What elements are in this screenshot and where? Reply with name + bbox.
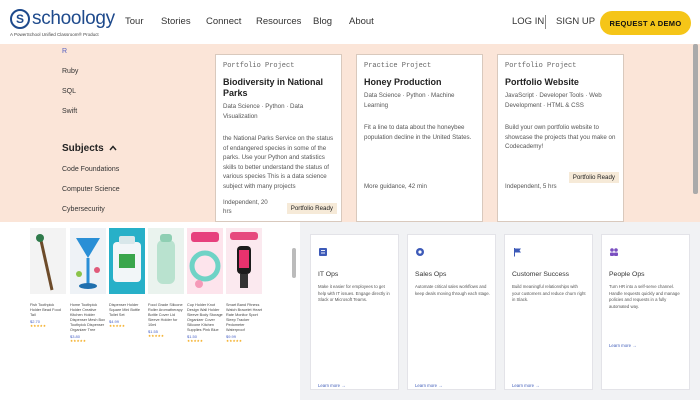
project-description: Build your own portfolio website to show…	[505, 124, 616, 150]
product-rating: ★★★★★	[187, 339, 204, 343]
logo-mark-icon: S	[10, 9, 30, 29]
product-title: Smart Band Fitness Watch Bracelet Heart …	[226, 303, 262, 332]
product-title: Food Grade Silicone Roller Aromatherapy …	[148, 303, 183, 327]
product-tile[interactable]: Fish Toothpick Holder Bead Food Tail $2.…	[30, 228, 66, 328]
filter-subject-cybersecurity[interactable]: Cybersecurity	[62, 206, 105, 213]
product-image	[187, 228, 223, 294]
product-tile[interactable]: Home Toothpick Holder Creative Kitchen H…	[70, 228, 106, 343]
subjects-heading: Subjects	[62, 143, 104, 154]
learn-more-link[interactable]: Learn more →	[318, 383, 345, 388]
signup-link[interactable]: SIGN UP	[556, 16, 595, 27]
nav-connect[interactable]: Connect	[206, 16, 241, 27]
schoology-logo[interactable]: S schoology	[10, 8, 115, 30]
nav-about[interactable]: About	[349, 16, 374, 27]
product-image	[148, 228, 184, 294]
product-image	[109, 228, 145, 294]
product-image	[70, 228, 106, 294]
project-card[interactable]: Practice Project Honey Production Data S…	[356, 54, 483, 222]
project-duration: Independent, 20 hrs	[223, 199, 268, 215]
product-image	[226, 228, 262, 294]
solution-card-sales-ops[interactable]: Sales Ops Automate critical sales workfl…	[407, 234, 496, 390]
product-tile[interactable]: Food Grade Silicone Roller Aromatherapy …	[148, 228, 184, 338]
filter-language-swift[interactable]: Swift	[62, 108, 77, 115]
project-card[interactable]: Portfolio Project Portfolio Website Java…	[497, 54, 624, 222]
solution-description: Turn HR into a self-serve channel. Handl…	[609, 284, 680, 309]
flag-icon	[514, 248, 521, 257]
learn-more-link[interactable]: Learn more →	[415, 383, 442, 388]
project-kind: Portfolio Project	[505, 62, 577, 70]
portfolio-ready-badge: Portfolio Ready	[568, 172, 619, 183]
project-title: Portfolio Website	[505, 77, 579, 87]
login-link[interactable]: LOG IN	[512, 16, 544, 27]
solution-card-it-ops[interactable]: IT Ops Make it easier for employees to g…	[310, 234, 399, 390]
page-scrollbar-thumb[interactable]	[693, 44, 698, 194]
product-gallery: Fish Toothpick Holder Bead Food Tail $2.…	[0, 222, 300, 400]
product-rating: ★★★★★	[148, 334, 165, 338]
list-icon	[319, 248, 327, 256]
product-rating: ★★★★★	[109, 324, 126, 328]
product-title: Dispenser Holder Square Mini Bottle Toil…	[109, 303, 141, 317]
project-tags: Data Science · Python · Data Visualizati…	[223, 103, 304, 120]
people-icon	[610, 248, 618, 256]
project-title: Biodiversity in National Parks	[223, 77, 324, 98]
request-demo-button[interactable]: REQUEST A DEMO	[600, 11, 691, 35]
project-catalog: R Ruby SQL Swift Subjects Code Foundatio…	[0, 44, 700, 222]
project-card[interactable]: Portfolio Project Biodiversity in Nation…	[215, 54, 342, 222]
filter-language-ruby[interactable]: Ruby	[62, 68, 78, 75]
logo-tagline: A PowerSchool Unified Classroom® Product	[10, 32, 99, 37]
nav-stories[interactable]: Stories	[161, 16, 191, 27]
project-duration: More guidance, 42 min	[364, 183, 427, 190]
product-tile[interactable]: Cup Holder Knot Design Wall Holder Sleev…	[187, 228, 223, 343]
filter-language-r[interactable]: R	[62, 48, 67, 55]
solution-description: Automate critical sales workflows and ke…	[415, 284, 491, 296]
filter-language-sql[interactable]: SQL	[62, 88, 76, 95]
solution-card-customer-success[interactable]: Customer Success Build meaningful relati…	[504, 234, 593, 390]
product-tile[interactable]: Dispenser Holder Square Mini Bottle Toil…	[109, 228, 145, 328]
nav-tour[interactable]: Tour	[125, 16, 143, 27]
solution-title: Customer Success	[512, 271, 570, 278]
product-rating: ★★★★★	[30, 324, 47, 328]
filter-subject-code-foundations[interactable]: Code Foundations	[62, 166, 119, 173]
product-title: Home Toothpick Holder Creative Kitchen H…	[70, 303, 106, 332]
product-rating: ★★★★★	[226, 339, 243, 343]
product-image	[30, 228, 66, 294]
portfolio-ready-badge: Portfolio Ready	[286, 203, 337, 214]
project-kind: Portfolio Project	[223, 62, 295, 70]
logo-wordmark: schoology	[32, 8, 115, 29]
product-title: Cup Holder Knot Design Wall Holder Sleev…	[187, 303, 223, 332]
nav-divider	[545, 15, 546, 29]
project-tags: Data Science · Python · Machine Learning	[364, 92, 455, 109]
gallery-scrollbar-thumb[interactable]	[292, 248, 296, 278]
solution-description: Build meaningful relationships with your…	[512, 284, 586, 302]
solution-title: Sales Ops	[415, 271, 447, 278]
subjects-toggle[interactable]: Subjects	[62, 143, 118, 154]
project-tags: JavaScript · Developer Tools · Web Devel…	[505, 92, 602, 109]
solution-title: IT Ops	[318, 271, 339, 278]
project-title: Honey Production	[364, 77, 442, 87]
project-description: Fit a line to data about the honeybee po…	[364, 124, 472, 141]
site-header: S schoology A PowerSchool Unified Classr…	[0, 0, 700, 44]
nav-blog[interactable]: Blog	[313, 16, 332, 27]
chevron-up-icon	[109, 145, 118, 151]
product-title: Fish Toothpick Holder Bead Food Tail	[30, 303, 61, 317]
solution-description: Make it easier for employees to get help…	[318, 284, 390, 302]
product-rating: ★★★★★	[70, 339, 87, 343]
project-kind: Practice Project	[364, 62, 432, 70]
circle-icon	[416, 248, 424, 256]
solution-title: People Ops	[609, 271, 645, 278]
learn-more-link[interactable]: Learn more →	[609, 343, 636, 348]
solution-card-people-ops[interactable]: People Ops Turn HR into a self-serve cha…	[601, 234, 690, 390]
solutions-grid: IT Ops Make it easier for employees to g…	[300, 222, 700, 400]
project-description: the National Parks Service on the status…	[223, 135, 334, 190]
learn-more-link[interactable]: Learn more →	[512, 383, 539, 388]
filter-subject-computer-science[interactable]: Computer Science	[62, 186, 120, 193]
product-tile[interactable]: Smart Band Fitness Watch Bracelet Heart …	[226, 228, 262, 343]
nav-resources[interactable]: Resources	[256, 16, 301, 27]
project-duration: Independent, 5 hrs	[505, 183, 557, 190]
